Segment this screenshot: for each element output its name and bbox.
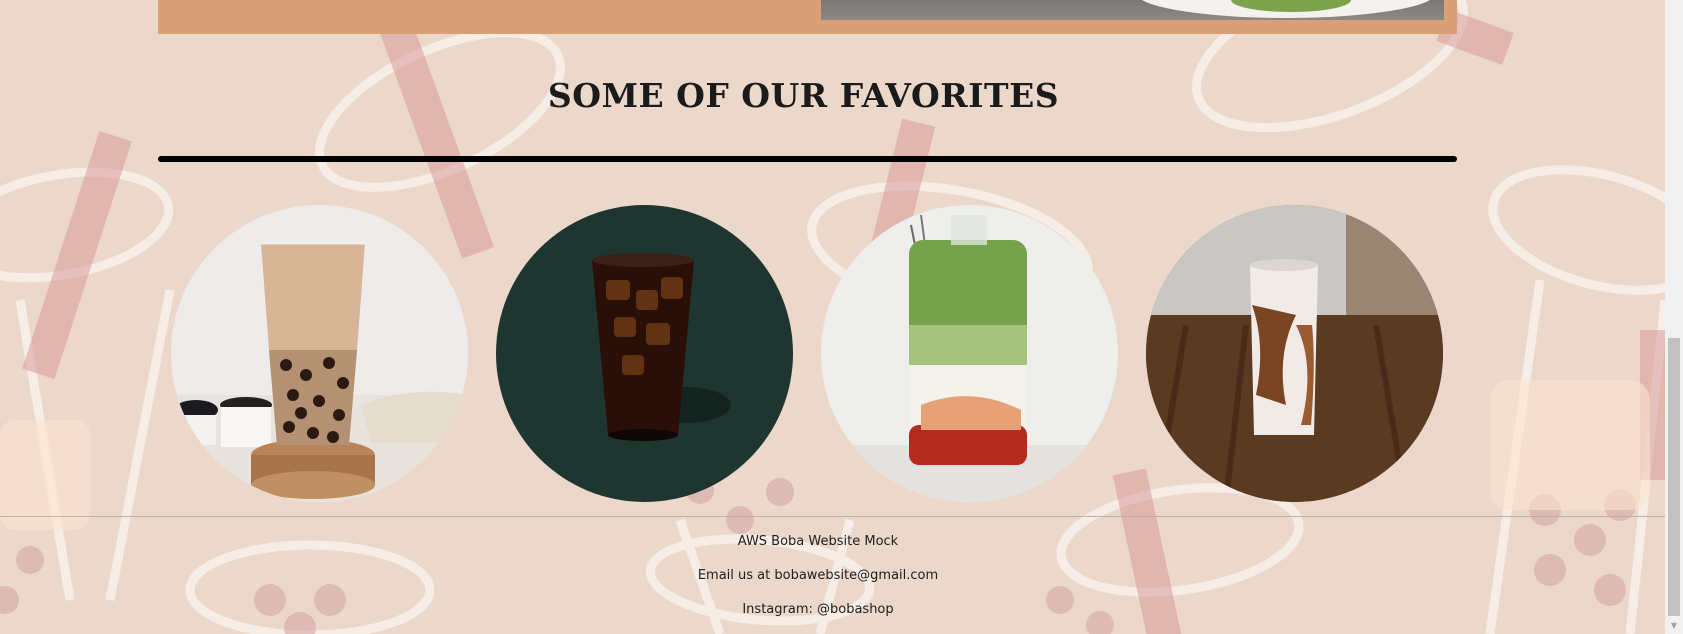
favorites-heading: SOME OF OUR FAVORITES — [547, 76, 1060, 115]
favorite-drink-2 — [496, 205, 793, 502]
footer-divider — [0, 516, 1665, 517]
iced-coffee-image-icon — [496, 205, 793, 502]
top-banner — [158, 0, 1457, 34]
scrollbar-thumb[interactable] — [1668, 338, 1680, 616]
section-divider — [158, 156, 1457, 162]
milk-tea-boba-image-icon — [171, 205, 468, 502]
iced-mocha-latte-image-icon — [1146, 205, 1443, 502]
strawberry-matcha-latte-image-icon — [821, 205, 1118, 502]
footer-instagram: Instagram: @bobashop — [742, 602, 894, 617]
footer-site-name: AWS Boba Website Mock — [737, 534, 899, 549]
scroll-down-arrow-icon[interactable]: ▼ — [1665, 618, 1683, 634]
favorite-drink-3 — [821, 205, 1118, 502]
favorite-drink-1 — [171, 205, 468, 502]
footer-email: Email us at bobawebsite@gmail.com — [697, 568, 939, 583]
vertical-scrollbar[interactable]: ▼ — [1665, 0, 1683, 634]
favorite-drink-4 — [1146, 205, 1443, 502]
matcha-dessert-photo — [821, 0, 1444, 20]
